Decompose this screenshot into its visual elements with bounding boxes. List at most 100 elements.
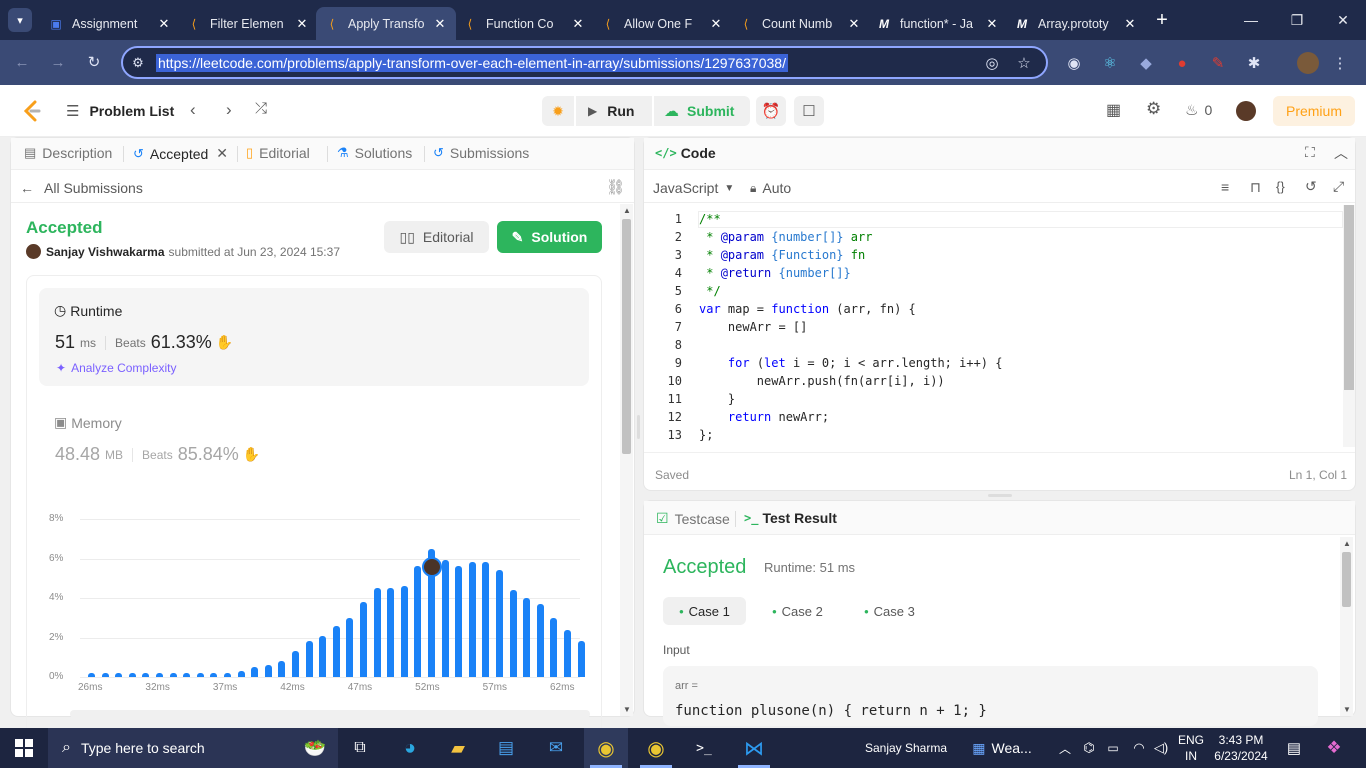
chart-bar[interactable] xyxy=(523,598,531,677)
copilot-icon[interactable]: ❖ xyxy=(1320,728,1348,768)
mail-icon[interactable]: ✉ xyxy=(536,728,576,768)
clock[interactable]: 3:43 PM 6/23/2024 xyxy=(1210,732,1272,764)
browser-tab[interactable]: ⟨ Apply Transfo ✕ xyxy=(316,7,456,40)
chart-bar[interactable] xyxy=(468,562,476,677)
all-submissions-link[interactable]: ← All Submissions xyxy=(20,180,143,196)
battery-icon[interactable]: ▭ xyxy=(1104,728,1122,768)
panel-resize-handle[interactable] xyxy=(988,494,1012,497)
scroll-down-arrow[interactable]: ▼ xyxy=(623,705,631,714)
chart-bar[interactable] xyxy=(346,617,354,677)
memory-header[interactable]: ▣ Memory xyxy=(54,414,122,431)
browser-tab[interactable]: ⟨ Allow One F ✕ xyxy=(592,7,732,40)
format-icon[interactable]: ≡ xyxy=(1221,179,1229,195)
browser-tab[interactable]: ⟨ Filter Elemen ✕ xyxy=(178,7,318,40)
extension-shield-icon[interactable]: ◆ xyxy=(1132,49,1160,77)
timer-icon[interactable]: ⏰ xyxy=(756,96,786,126)
chart-bar[interactable] xyxy=(577,641,585,677)
case-tab-3[interactable]: • Case 3 xyxy=(848,597,931,625)
chrome-profile-icon[interactable]: ◉ xyxy=(634,728,678,768)
extension-red-icon[interactable]: ● xyxy=(1168,49,1196,77)
site-settings-icon[interactable]: ⚙ xyxy=(124,49,152,77)
fullscreen-icon[interactable]: ⤢ xyxy=(1333,178,1344,195)
back-icon[interactable]: ← xyxy=(8,48,36,76)
chart-bar[interactable] xyxy=(196,673,204,677)
language-indicator[interactable]: ENG IN xyxy=(1176,732,1206,764)
close-window-button[interactable]: ✕ xyxy=(1320,0,1366,40)
chart-bar[interactable] xyxy=(441,560,449,677)
chart-bar[interactable] xyxy=(128,673,136,677)
store-icon[interactable]: ▤ xyxy=(486,728,526,768)
minimize-button[interactable]: — xyxy=(1228,0,1274,40)
edge-icon[interactable]: ◕ xyxy=(390,728,430,768)
new-tab-button[interactable]: + xyxy=(1150,8,1174,32)
prev-problem-icon[interactable]: ‹ xyxy=(190,100,196,120)
close-tab-icon[interactable]: ✕ xyxy=(156,16,172,32)
chart-bar[interactable] xyxy=(142,673,150,677)
extension-pen-icon[interactable]: ✎ xyxy=(1204,49,1232,77)
left-scrollbar[interactable]: ▲ ▼ xyxy=(620,204,633,716)
eye-off-icon[interactable]: ◎ xyxy=(978,49,1006,77)
chart-bar[interactable] xyxy=(360,601,367,677)
notes-icon[interactable]: ☐ xyxy=(794,96,824,126)
close-tab-icon[interactable]: ✕ xyxy=(432,16,448,32)
code-scrollbar[interactable] xyxy=(1343,205,1355,447)
chart-bar[interactable] xyxy=(482,562,490,677)
show-hidden-icons[interactable]: ︿ xyxy=(1056,728,1074,768)
braces-icon[interactable]: {} xyxy=(1276,179,1285,194)
share-link-icon[interactable]: ⛓ xyxy=(606,178,625,196)
extension-circle-icon[interactable]: ◉ xyxy=(1060,49,1088,77)
volume-icon[interactable]: ◁) xyxy=(1152,728,1170,768)
settings-gear-icon[interactable]: ⚙ xyxy=(1146,99,1161,119)
reload-icon[interactable]: ↻ xyxy=(80,48,108,76)
bookmark-star-icon[interactable]: ☆ xyxy=(1010,49,1038,77)
language-select[interactable]: JavaScript ▼ xyxy=(653,180,734,196)
chart-bar[interactable] xyxy=(115,673,123,677)
chart-bar[interactable] xyxy=(373,588,381,677)
terminal-icon[interactable]: >_ xyxy=(684,728,724,768)
solution-button[interactable]: ✎ Solution xyxy=(497,221,602,253)
chart-bar[interactable] xyxy=(101,673,109,677)
next-problem-icon[interactable]: › xyxy=(226,100,232,120)
collapse-icon[interactable]: ︿ xyxy=(1334,143,1348,163)
chart-bar[interactable] xyxy=(400,586,408,677)
tab-editorial[interactable]: ▯ Editorial xyxy=(246,145,310,161)
chart-bar[interactable] xyxy=(387,588,395,677)
extensions-puzzle-icon[interactable]: ✱ xyxy=(1240,49,1268,77)
close-tab-icon[interactable]: ✕ xyxy=(708,16,724,32)
problem-list-button[interactable]: ☰ Problem List xyxy=(66,101,174,121)
forward-icon[interactable]: → xyxy=(44,48,72,76)
case-tab-1[interactable]: • Case 1 xyxy=(663,597,746,625)
chart-bar[interactable] xyxy=(564,629,571,677)
tab-solutions[interactable]: ⚗ Solutions xyxy=(337,145,412,161)
wifi-icon[interactable]: ◠ xyxy=(1130,728,1148,768)
chart-bar[interactable] xyxy=(210,673,218,677)
tab-search-button[interactable]: ▾ xyxy=(8,8,32,32)
tab-submissions[interactable]: ↺ Submissions xyxy=(433,145,529,161)
result-scrollbar[interactable]: ▲ ▼ xyxy=(1340,537,1353,716)
close-tab-icon[interactable]: ✕ xyxy=(294,16,310,32)
chart-bar[interactable] xyxy=(496,570,503,677)
browser-tab[interactable]: ⟨ Function Co ✕ xyxy=(454,7,594,40)
your-submission-marker[interactable] xyxy=(421,556,442,577)
tab-description[interactable]: ▤ Description xyxy=(24,145,112,161)
case-tab-2[interactable]: • Case 2 xyxy=(756,597,839,625)
close-tab-icon[interactable]: ✕ xyxy=(1122,16,1138,32)
chrome-icon[interactable]: ◉ xyxy=(584,728,628,768)
chart-bar[interactable] xyxy=(332,625,340,677)
debug-button[interactable]: ✹ xyxy=(542,96,574,126)
taskbar-user[interactable]: Sanjay Sharma xyxy=(860,728,952,768)
file-explorer-icon[interactable]: ▰ xyxy=(438,728,478,768)
chart-bar[interactable] xyxy=(536,603,544,677)
menu-icon[interactable]: ⋮ xyxy=(1326,49,1354,77)
url-text[interactable]: https://leetcode.com/problems/apply-tran… xyxy=(156,54,788,72)
task-view-icon[interactable]: ⧉ xyxy=(340,728,380,768)
close-tab-icon[interactable]: ✕ xyxy=(216,145,228,162)
scroll-thumb[interactable] xyxy=(1344,205,1354,390)
scroll-down-arrow[interactable]: ▼ xyxy=(1343,705,1351,714)
chart-bar[interactable] xyxy=(88,673,95,677)
windows-start-icon[interactable] xyxy=(0,728,48,768)
chart-bar[interactable] xyxy=(169,673,177,677)
close-tab-icon[interactable]: ✕ xyxy=(846,16,862,32)
vertical-resize-handle[interactable] xyxy=(637,415,640,439)
tab-accepted[interactable]: ↺ Accepted ✕ xyxy=(133,145,228,162)
